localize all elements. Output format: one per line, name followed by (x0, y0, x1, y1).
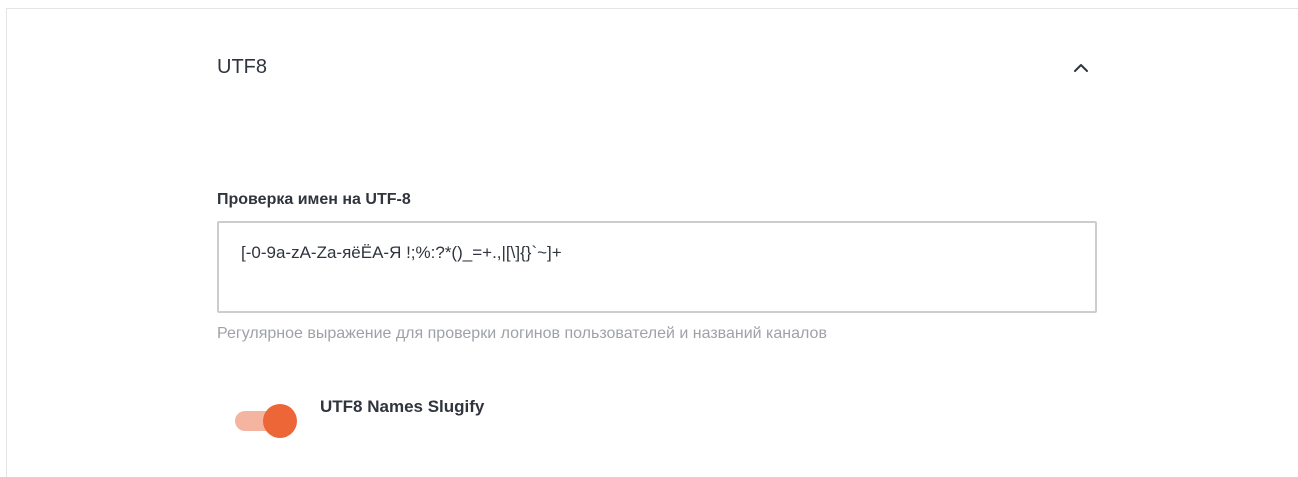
field-label: Проверка имен на UTF-8 (217, 191, 411, 208)
utf8-regex-input[interactable]: [-0-9a-zA-Za-яёЁА-Я !;%:?*()_=+.,|[\]{}`… (217, 221, 1097, 313)
chevron-up-icon (1074, 64, 1088, 72)
section-title: UTF8 (217, 56, 267, 78)
utf8-slugify-toggle[interactable] (235, 403, 297, 439)
toggle-knob (263, 404, 297, 438)
section-header[interactable]: UTF8 (217, 52, 1097, 84)
toggle-label: UTF8 Names Slugify (320, 397, 485, 416)
collapse-button[interactable] (1065, 52, 1097, 84)
field-hint: Регулярное выражение для проверки логино… (217, 325, 827, 342)
